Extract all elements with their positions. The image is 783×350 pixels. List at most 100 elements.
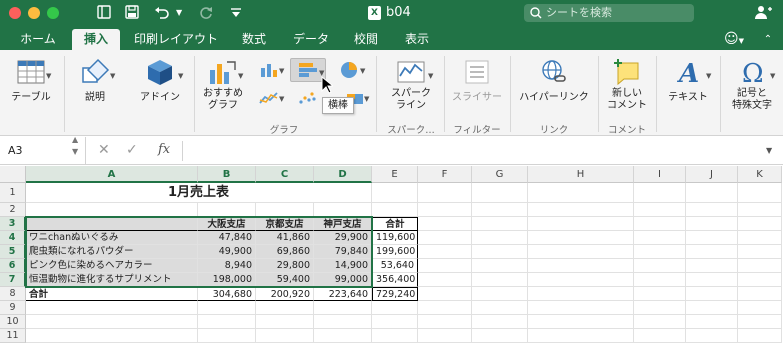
tab-data[interactable]: データ — [284, 29, 338, 50]
cell[interactable] — [686, 203, 738, 217]
cell[interactable] — [198, 301, 256, 315]
grand-total-cell[interactable]: 304,680 — [198, 287, 256, 301]
cell[interactable] — [314, 301, 372, 315]
cell[interactable] — [372, 315, 418, 329]
value-cell[interactable]: 47,840 — [198, 231, 256, 245]
cell[interactable] — [738, 301, 782, 315]
confirm-formula-icon[interactable]: ✓ — [126, 142, 138, 158]
tab-view[interactable]: 表示 — [396, 29, 438, 50]
row-header-7[interactable]: 7 — [0, 273, 26, 287]
value-cell[interactable]: 99,000 — [314, 273, 372, 287]
cell[interactable] — [472, 273, 528, 287]
cell[interactable] — [634, 329, 686, 343]
cell[interactable] — [418, 245, 472, 259]
row-header-1[interactable]: 1 — [0, 183, 26, 203]
customize-toolbar-icon[interactable] — [230, 4, 242, 26]
table-header-cell[interactable]: 神戸支店 — [314, 217, 372, 231]
cell[interactable] — [528, 217, 634, 231]
pie-chart-caret[interactable]: ▼ — [360, 67, 365, 75]
cell[interactable] — [314, 329, 372, 343]
row-header-2[interactable]: 2 — [0, 203, 26, 217]
cell[interactable] — [634, 203, 686, 217]
recommended-charts-button[interactable]: ▼ おすすめ グラフ — [198, 58, 248, 112]
cell[interactable] — [634, 217, 686, 231]
column-header-d[interactable]: D — [314, 166, 372, 183]
cancel-formula-icon[interactable]: ✕ — [98, 142, 110, 158]
row-header-5[interactable]: 5 — [0, 245, 26, 259]
share-user-icon[interactable] — [753, 4, 773, 26]
cell[interactable] — [686, 315, 738, 329]
cell[interactable] — [528, 287, 634, 301]
insert-function-icon[interactable]: fx — [158, 142, 170, 157]
cell[interactable] — [634, 183, 686, 203]
cell[interactable] — [198, 329, 256, 343]
zoom-window-button[interactable] — [47, 7, 59, 19]
row-header-10[interactable]: 10 — [0, 315, 26, 329]
column-header-h[interactable]: H — [528, 166, 634, 183]
column-header-k[interactable]: K — [738, 166, 782, 183]
tab-formulas[interactable]: 数式 — [232, 29, 276, 50]
illustrations-button[interactable]: ▼ 説明 — [72, 58, 118, 104]
tab-home[interactable]: ホーム — [12, 29, 64, 50]
cell[interactable] — [528, 273, 634, 287]
cell[interactable] — [418, 259, 472, 273]
close-window-button[interactable] — [9, 7, 21, 19]
cell[interactable] — [528, 183, 634, 203]
value-cell[interactable]: 29,800 — [256, 259, 314, 273]
cell[interactable] — [738, 231, 782, 245]
smiley-feedback-icon[interactable]: ☺▼ — [716, 29, 752, 50]
cell[interactable] — [738, 183, 782, 203]
cell[interactable] — [686, 273, 738, 287]
cell[interactable] — [372, 203, 418, 217]
value-cell[interactable]: 29,900 — [314, 231, 372, 245]
grand-total-cell[interactable]: 729,240 — [372, 287, 418, 301]
column-header-e[interactable]: E — [372, 166, 418, 183]
row-header-8[interactable]: 8 — [0, 287, 26, 301]
cell[interactable] — [372, 329, 418, 343]
undo-dropdown-icon[interactable]: ▼ — [176, 4, 182, 22]
cell[interactable] — [472, 203, 528, 217]
row-header-11[interactable]: 11 — [0, 329, 26, 343]
line-chart-caret[interactable]: ▼ — [279, 95, 284, 103]
column-header-c[interactable]: C — [256, 166, 314, 183]
cell[interactable] — [686, 183, 738, 203]
total-cell[interactable]: 53,640 — [372, 259, 418, 273]
table-button[interactable]: ▼ テーブル — [8, 58, 54, 104]
cell[interactable] — [418, 183, 472, 203]
total-cell[interactable]: 119,600 — [372, 231, 418, 245]
name-box[interactable]: A3 ▲ ▼ — [0, 134, 86, 165]
cell[interactable] — [472, 287, 528, 301]
cell[interactable] — [372, 301, 418, 315]
tab-review[interactable]: 校閲 — [346, 29, 386, 50]
cell[interactable] — [634, 245, 686, 259]
cell[interactable] — [738, 287, 782, 301]
name-box-stepper-icon[interactable]: ▲ ▼ — [72, 134, 78, 158]
cell[interactable] — [256, 329, 314, 343]
cell[interactable] — [686, 259, 738, 273]
column-header-j[interactable]: J — [686, 166, 738, 183]
cell[interactable] — [314, 315, 372, 329]
cell[interactable] — [634, 273, 686, 287]
cell[interactable] — [738, 329, 782, 343]
cell[interactable] — [634, 301, 686, 315]
table-header-cell[interactable]: 京都支店 — [256, 217, 314, 231]
cell[interactable] — [528, 301, 634, 315]
slicer-button[interactable]: スライサー — [448, 58, 506, 104]
cell[interactable] — [372, 183, 418, 203]
cell[interactable] — [634, 287, 686, 301]
cell[interactable] — [738, 273, 782, 287]
cell[interactable] — [738, 217, 782, 231]
sidebar-icon[interactable] — [96, 4, 112, 26]
cell[interactable] — [198, 315, 256, 329]
cell[interactable] — [472, 315, 528, 329]
cell[interactable] — [26, 301, 198, 315]
cell[interactable] — [198, 203, 256, 217]
formula-input[interactable] — [186, 137, 756, 165]
cell[interactable] — [418, 287, 472, 301]
cell[interactable] — [686, 287, 738, 301]
column-header-i[interactable]: I — [634, 166, 686, 183]
column-header-g[interactable]: G — [472, 166, 528, 183]
cell[interactable] — [418, 315, 472, 329]
column-header-f[interactable]: F — [418, 166, 472, 183]
total-row-label[interactable]: 合計 — [26, 287, 198, 301]
